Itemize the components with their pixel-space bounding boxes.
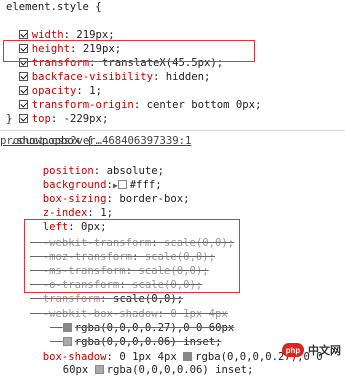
- rule-left[interactable]: left: 0px;: [30, 206, 107, 233]
- element-style-selector: element.style {: [6, 1, 102, 13]
- rule-width[interactable]: width: 219px;: [6, 14, 115, 41]
- rule-opacity[interactable]: opacity: 1;: [6, 70, 102, 97]
- source-link[interactable]: product.css?ver…468406397339:1: [0, 134, 337, 148]
- property-value[interactable]: border-box;: [119, 193, 189, 205]
- property-value-2[interactable]: rgba(0,0,0,0.06) inset;: [107, 364, 254, 376]
- watermark-text: 中文网: [308, 345, 341, 357]
- rule-position[interactable]: position: absolute;: [30, 150, 164, 177]
- rule-box-shadow-cont[interactable]: 60px rgba(0,0,0,0.06) inset;: [50, 349, 254, 376]
- rule-webkit-box-shadow-cont-2[interactable]: rgba(0,0,0,0.06) inset;: [50, 321, 221, 348]
- rule-top[interactable]: top: -229px;: [6, 98, 108, 125]
- property-name[interactable]: top: [32, 113, 51, 125]
- highlight-box-translate: [3, 40, 255, 62]
- property-value[interactable]: 60px: [63, 364, 89, 376]
- rule-box-shadow[interactable]: box-shadow: 0 1px 4px rgba(0,0,0,0.27),0…: [30, 336, 323, 363]
- highlight-box-scale: [24, 219, 240, 293]
- rule-box-sizing[interactable]: box-sizing: border-box;: [30, 178, 190, 205]
- property-value[interactable]: -229px;: [64, 113, 109, 125]
- rule-transform-origin[interactable]: transform-origin: center bottom 0px;: [6, 84, 261, 111]
- element-style-close: }: [6, 113, 13, 125]
- watermark: php 中文网: [282, 342, 341, 358]
- rule-z-index[interactable]: z-index: 1;: [30, 192, 113, 219]
- checkbox-icon[interactable]: [18, 114, 28, 123]
- rule-background[interactable]: background:▶ #fff;: [30, 164, 162, 191]
- section-divider: [0, 130, 345, 131]
- property-value[interactable]: center bottom 0px;: [147, 99, 262, 111]
- property-value[interactable]: hidden;: [166, 71, 211, 83]
- rule-webkit-box-shadow-cont-1[interactable]: rgba(0,0,0,0.27),0 0 60px: [50, 307, 234, 334]
- php-logo-icon: php: [282, 343, 304, 357]
- color-swatch-icon[interactable]: [94, 365, 104, 374]
- rule-webkit-box-shadow[interactable]: -webkit-box-shadow: 0 1px 4px: [30, 293, 228, 320]
